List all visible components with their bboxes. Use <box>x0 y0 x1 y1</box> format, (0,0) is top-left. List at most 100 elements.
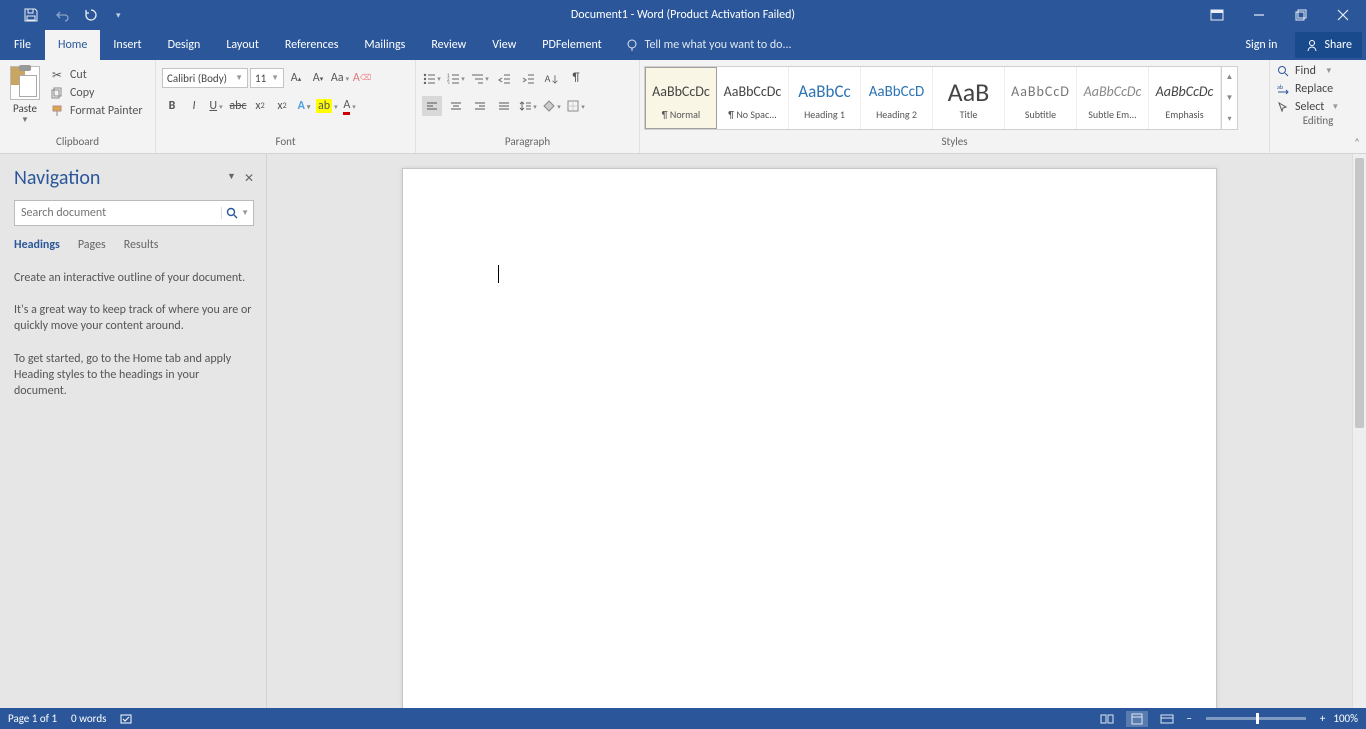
repeat-icon[interactable] <box>82 6 100 24</box>
font-color-button[interactable]: A <box>340 96 360 116</box>
minimize-icon[interactable] <box>1250 6 1268 24</box>
style-subtitle[interactable]: AaBbCcDSubtitle <box>1005 67 1077 129</box>
align-right-button[interactable] <box>470 96 490 116</box>
superscript-button[interactable]: x2 <box>272 96 292 116</box>
search-input[interactable] <box>21 206 221 220</box>
style-emphasis[interactable]: AaBbCcDcEmphasis <box>1149 67 1221 129</box>
collapse-ribbon-icon[interactable]: ˄ <box>1354 136 1360 149</box>
copy-button[interactable]: Copy <box>50 86 143 100</box>
find-button[interactable]: Find▼ <box>1276 64 1360 78</box>
ribbon-display-options-icon[interactable] <box>1208 6 1226 24</box>
strikethrough-button[interactable]: abc <box>228 96 248 116</box>
grow-font-button[interactable]: A▴ <box>286 68 306 88</box>
editing-group-label: Editing <box>1270 114 1366 132</box>
underline-button[interactable]: U <box>206 96 226 116</box>
style-preview: AaBbCcDc <box>652 76 710 108</box>
navigation-close-icon[interactable]: ✕ <box>244 171 254 186</box>
font-size-combo[interactable]: 11▼ <box>250 68 284 88</box>
bullets-button[interactable] <box>422 68 442 88</box>
save-icon[interactable] <box>22 6 40 24</box>
clear-formatting-button[interactable]: A⌫ <box>352 68 372 88</box>
gallery-more-icon[interactable]: ▾ <box>1222 108 1237 129</box>
subscript-button[interactable]: x2 <box>250 96 270 116</box>
search-icon[interactable] <box>226 207 238 219</box>
decrease-indent-button[interactable] <box>494 68 514 88</box>
style-subtle-emphasis[interactable]: AaBbCcDcSubtle Em... <box>1077 67 1149 129</box>
tab-layout[interactable]: Layout <box>213 30 272 60</box>
shrink-font-button[interactable]: A▾ <box>308 68 328 88</box>
italic-button[interactable]: I <box>184 96 204 116</box>
spell-check-icon[interactable] <box>120 713 134 725</box>
scrollbar-thumb[interactable] <box>1355 158 1364 428</box>
web-layout-button[interactable] <box>1156 711 1178 727</box>
zoom-in-button[interactable]: + <box>1320 712 1325 725</box>
style-no-spacing[interactable]: AaBbCcDc¶ No Spac... <box>717 67 789 129</box>
find-icon <box>1276 64 1290 78</box>
word-count[interactable]: 0 words <box>71 712 106 725</box>
document-scroll[interactable] <box>267 154 1352 708</box>
line-spacing-button[interactable] <box>518 96 538 116</box>
vertical-scrollbar[interactable] <box>1352 154 1366 708</box>
close-icon[interactable] <box>1334 6 1352 24</box>
zoom-out-button[interactable]: − <box>1186 712 1191 725</box>
qat-customize-icon[interactable]: ▾ <box>116 10 121 21</box>
gallery-scroll: ▲ ▼ ▾ <box>1221 67 1237 129</box>
tab-insert[interactable]: Insert <box>100 30 154 60</box>
justify-button[interactable] <box>494 96 514 116</box>
show-hide-button[interactable]: ¶ <box>566 68 586 88</box>
style-heading-2[interactable]: AaBbCcDHeading 2 <box>861 67 933 129</box>
style-normal[interactable]: AaBbCcDc¶ Normal <box>645 67 717 129</box>
text-cursor <box>498 265 499 283</box>
sort-button[interactable]: A↓ <box>542 68 562 88</box>
bold-button[interactable]: B <box>162 96 182 116</box>
align-left-button[interactable] <box>422 96 442 116</box>
shading-button[interactable] <box>542 96 562 116</box>
nav-tab-pages[interactable]: Pages <box>78 238 106 256</box>
tab-references[interactable]: References <box>272 30 352 60</box>
search-dropdown-icon[interactable]: ▼ <box>241 208 249 218</box>
cut-button[interactable]: ✂ Cut <box>50 68 143 82</box>
maximize-icon[interactable] <box>1292 6 1310 24</box>
copy-label: Copy <box>70 86 94 100</box>
tab-design[interactable]: Design <box>155 30 214 60</box>
tell-me-search[interactable]: Tell me what you want to do... <box>615 30 802 60</box>
style-heading-1[interactable]: AaBbCcHeading 1 <box>789 67 861 129</box>
print-layout-button[interactable] <box>1126 711 1148 727</box>
align-center-button[interactable] <box>446 96 466 116</box>
select-button[interactable]: Select▼ <box>1276 100 1360 114</box>
navigation-dropdown-icon[interactable]: ▼ <box>227 171 236 186</box>
style-title[interactable]: AaBTitle <box>933 67 1005 129</box>
sign-in-link[interactable]: Sign in <box>1233 38 1289 52</box>
increase-indent-button[interactable] <box>518 68 538 88</box>
tab-review[interactable]: Review <box>418 30 479 60</box>
paste-dropdown-icon[interactable]: ▼ <box>21 115 29 125</box>
change-case-button[interactable]: Aa <box>330 68 350 88</box>
replace-button[interactable]: ab Replace <box>1276 82 1360 96</box>
tab-view[interactable]: View <box>479 30 529 60</box>
page[interactable] <box>402 168 1217 708</box>
gallery-down-icon[interactable]: ▼ <box>1222 88 1237 109</box>
undo-icon[interactable] <box>52 6 70 24</box>
paste-button[interactable]: Paste ▼ <box>6 64 46 125</box>
text-effects-button[interactable]: A <box>294 96 314 116</box>
read-mode-button[interactable] <box>1096 711 1118 727</box>
format-painter-button[interactable]: Format Painter <box>50 104 143 118</box>
nav-tab-headings[interactable]: Headings <box>14 238 60 256</box>
zoom-level[interactable]: 100% <box>1333 712 1358 725</box>
highlight-button[interactable]: ab <box>316 96 338 116</box>
share-button[interactable]: Share <box>1295 32 1362 58</box>
gallery-up-icon[interactable]: ▲ <box>1222 67 1237 88</box>
tab-file[interactable]: File <box>0 30 45 60</box>
font-name-combo[interactable]: Calibri (Body)▼ <box>162 68 248 88</box>
multilevel-list-button[interactable] <box>470 68 490 88</box>
tab-pdfelement[interactable]: PDFelement <box>529 30 614 60</box>
svg-text:3: 3 <box>447 81 450 84</box>
zoom-slider[interactable] <box>1206 717 1306 720</box>
numbering-button[interactable]: 123 <box>446 68 466 88</box>
tab-home[interactable]: Home <box>45 30 100 60</box>
navigation-search[interactable]: ▼ <box>14 200 254 226</box>
nav-tab-results[interactable]: Results <box>124 238 159 256</box>
page-indicator[interactable]: Page 1 of 1 <box>8 712 57 725</box>
borders-button[interactable] <box>566 96 586 116</box>
tab-mailings[interactable]: Mailings <box>351 30 418 60</box>
